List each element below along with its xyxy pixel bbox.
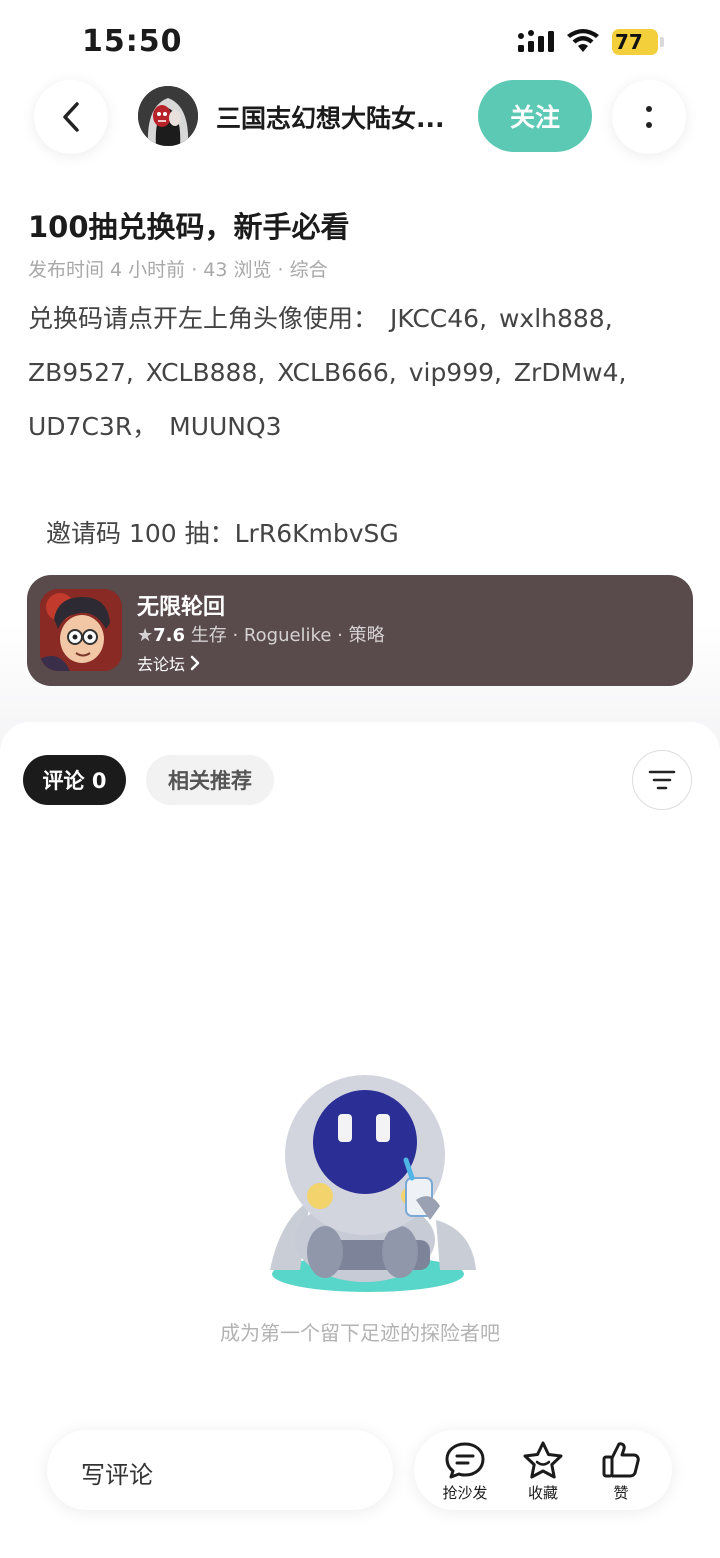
write-comment-input[interactable]: 写评论 xyxy=(47,1430,393,1510)
star-icon: ★ xyxy=(137,625,154,646)
favorite-button[interactable]: 收藏 xyxy=(513,1440,573,1503)
game-info: ★7.6 生存 · Roguelike · 策略 xyxy=(137,621,385,647)
post-meta: 发布时间 4 小时前 · 43 浏览 · 综合 xyxy=(28,259,328,281)
like-button[interactable]: 赞 xyxy=(591,1440,651,1503)
thumbs-up-icon xyxy=(602,1442,640,1478)
game-name: 无限轮回 xyxy=(137,595,226,620)
game-icon xyxy=(40,589,122,671)
author-name[interactable]: 三国志幻想大陆女... xyxy=(216,99,460,135)
star-icon xyxy=(523,1441,563,1479)
back-button[interactable] xyxy=(34,80,108,154)
battery-indicator: 77 xyxy=(612,29,664,55)
wifi-icon xyxy=(567,29,599,52)
follow-button[interactable]: 关注 xyxy=(478,80,592,152)
status-bar: 15:50 77 xyxy=(0,0,720,80)
go-to-forum-label: 去论坛 xyxy=(137,655,186,674)
sort-lines-icon xyxy=(648,770,676,790)
game-card[interactable]: 无限轮回 ★7.6 生存 · Roguelike · 策略 去论坛 xyxy=(27,575,693,686)
chevron-left-icon xyxy=(63,102,79,132)
post-body: 兑换码请点开左上角头像使用： JKCC46, wxlh888, ZB9527, … xyxy=(28,304,627,441)
sort-button[interactable] xyxy=(632,750,692,810)
comment-bubble-icon xyxy=(445,1442,485,1479)
empty-state-mascot-illustration xyxy=(270,1075,476,1292)
grab-sofa-button[interactable]: 抢沙发 xyxy=(435,1440,495,1503)
write-comment-placeholder: 写评论 xyxy=(81,1461,153,1489)
game-tags: 生存 · Roguelike · 策略 xyxy=(190,625,385,646)
more-vertical-icon xyxy=(646,106,652,128)
status-time: 15:50 xyxy=(82,24,183,59)
favorite-label: 收藏 xyxy=(527,1484,558,1502)
game-rating: 7.6 xyxy=(153,625,186,646)
action-bar: 抢沙发 收藏 赞 xyxy=(414,1430,672,1510)
tab-related[interactable]: 相关推荐 xyxy=(146,755,274,805)
battery-level: 77 xyxy=(615,30,643,54)
invite-code-text: 邀请码 100 抽：LrR6KmbvSG xyxy=(46,519,399,548)
post-title: 100抽兑换码，新手必看 xyxy=(28,210,350,244)
grab-sofa-label: 抢沙发 xyxy=(442,1484,488,1502)
author-avatar[interactable] xyxy=(138,86,198,146)
more-options-button[interactable] xyxy=(612,80,686,154)
go-to-forum-link[interactable]: 去论坛 xyxy=(137,651,201,675)
cellular-signal-icon xyxy=(518,30,554,52)
empty-state-text: 成为第一个留下足迹的探险者吧 xyxy=(220,1321,500,1345)
like-label: 赞 xyxy=(613,1484,629,1502)
tab-comments[interactable]: 评论 0 xyxy=(23,755,126,805)
chevron-right-icon xyxy=(190,655,200,671)
